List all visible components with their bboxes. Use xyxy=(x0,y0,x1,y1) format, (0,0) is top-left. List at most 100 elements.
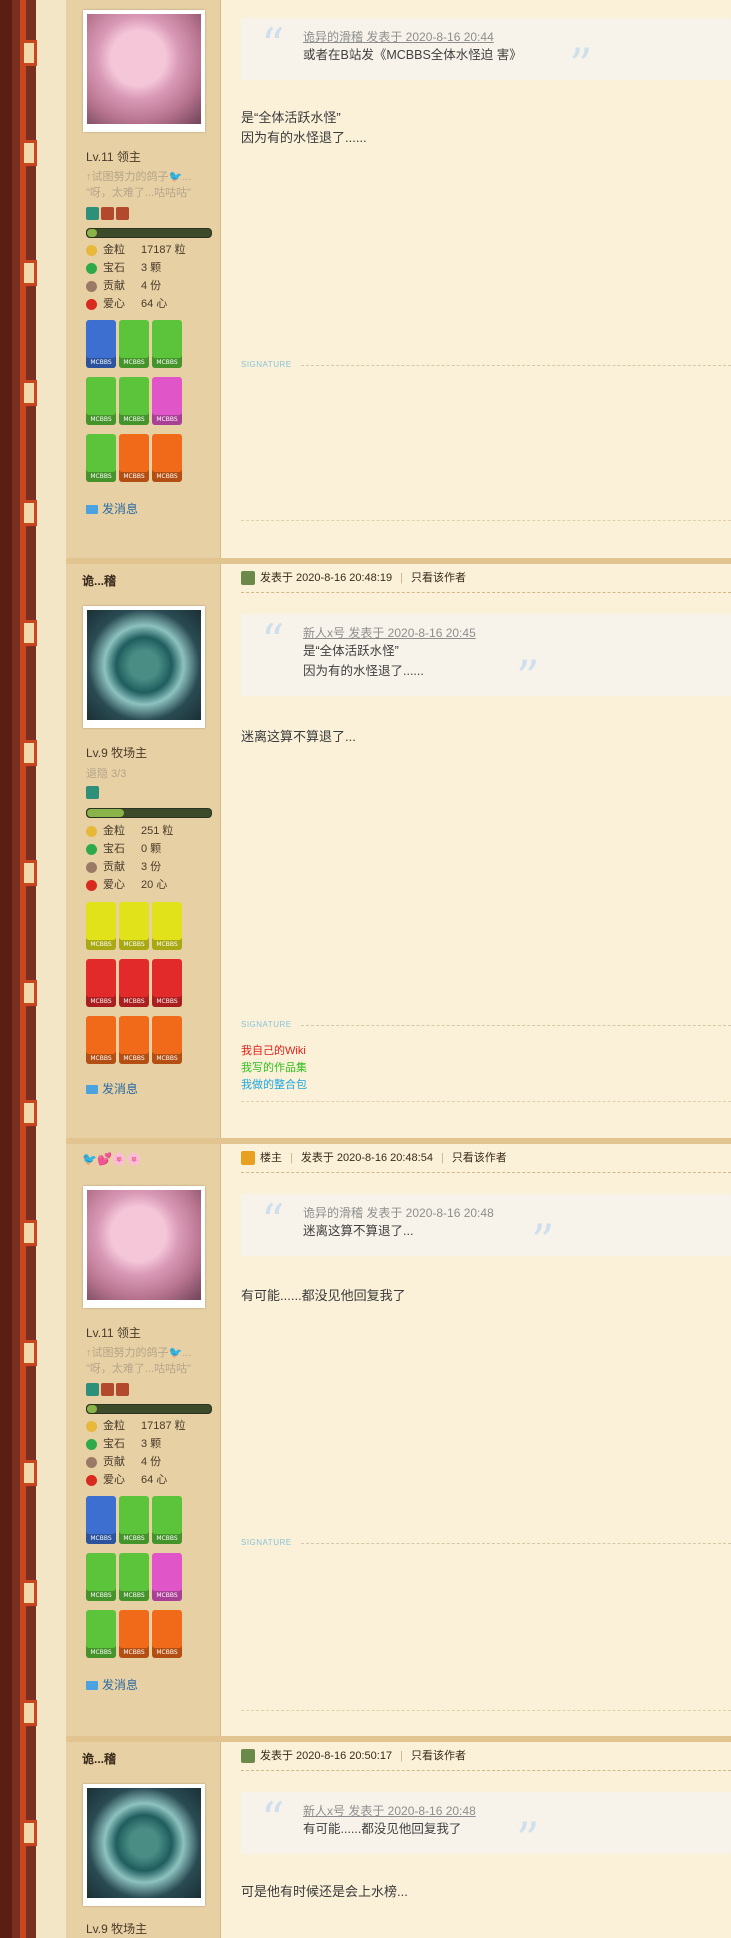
emerald-icon xyxy=(86,262,97,274)
minecart-icon xyxy=(86,207,99,220)
user-level: Lv.11 领主 xyxy=(86,1326,141,1340)
medal-badge[interactable] xyxy=(119,959,149,1007)
close-quote-icon: ” xyxy=(516,650,540,704)
avatar[interactable] xyxy=(83,10,205,132)
medal-badge[interactable] xyxy=(119,1016,149,1064)
user-tagline: ↑试图努力的鸽子🐦... xyxy=(86,1347,192,1359)
medal-badge[interactable] xyxy=(152,377,182,425)
rail-ornament xyxy=(24,500,37,526)
medal-badge[interactable] xyxy=(152,320,182,368)
signature-link-wiki[interactable]: 我自己的Wiki xyxy=(241,1043,306,1060)
op-badge-icon xyxy=(241,1151,255,1166)
user-stats: 金粒 17187 粒 宝石 3 颗 贡献 4 份 爱心 64 心 xyxy=(86,1417,216,1489)
medal-grid xyxy=(86,320,196,491)
medal-badge[interactable] xyxy=(119,902,149,950)
decorative-rail xyxy=(0,0,36,1938)
open-quote-icon: “ xyxy=(261,614,285,668)
emerald-icon xyxy=(86,843,97,855)
quote-text: 或者在B站发《MCBBS全体水怪迫 害》 xyxy=(303,48,522,62)
post-timestamp: 发表于 2020-8-16 20:48:54 xyxy=(300,1152,433,1164)
experience-bar xyxy=(86,1404,212,1414)
user-level: Lv.9 牧场主 xyxy=(86,746,148,760)
post-body: 迷离这算不算退了... xyxy=(241,729,356,744)
medal-badge[interactable] xyxy=(152,1553,182,1601)
medal-badge[interactable] xyxy=(86,1610,116,1658)
medal-badge[interactable] xyxy=(119,1610,149,1658)
only-author-link[interactable]: 只看该作者 xyxy=(411,572,466,584)
rail-ornament xyxy=(24,1580,37,1606)
apple-heart-icon xyxy=(86,879,97,891)
medal-grid xyxy=(86,902,196,1073)
author-sidebar: 诡...稽 Lv.9 牧场主 退隐 3/3 金粒 251 粒 宝石 0 颗 贡献 3 … xyxy=(66,564,221,1138)
author-sidebar: Lv.11 领主 ↑试图努力的鸽子🐦... "呀，太难了...咕咕咕" 金粒 17… xyxy=(66,0,221,558)
medal-badge[interactable] xyxy=(86,959,116,1007)
medal-badge[interactable] xyxy=(86,434,116,482)
post-timestamp: 发表于 2020-8-16 20:48:19 xyxy=(260,572,393,584)
rail-ornament xyxy=(24,740,37,766)
rail-ornament xyxy=(24,140,37,166)
medal-badge[interactable] xyxy=(119,320,149,368)
close-quote-icon: ” xyxy=(531,1214,555,1268)
medal-badge[interactable] xyxy=(119,434,149,482)
quote-author-link[interactable]: 诡异的滑稽 发表于 2020-8-16 20:44 xyxy=(303,28,721,45)
medal-badge[interactable] xyxy=(152,1496,182,1544)
medal-row xyxy=(86,207,131,223)
rail-ornament xyxy=(24,620,37,646)
minecart-icon xyxy=(101,1383,114,1396)
send-message-link[interactable]: 发消息 xyxy=(86,1080,138,1097)
medal-badge[interactable] xyxy=(119,377,149,425)
only-author-link[interactable]: 只看该作者 xyxy=(452,1152,507,1164)
contribution-icon xyxy=(86,1456,97,1468)
medal-badge[interactable] xyxy=(152,959,182,1007)
medal-badge[interactable] xyxy=(152,434,182,482)
rail-ornament xyxy=(24,40,37,66)
gold-nugget-icon xyxy=(86,1420,97,1432)
medal-badge[interactable] xyxy=(152,902,182,950)
forum-post: Lv.11 领主 ↑试图努力的鸽子🐦... "呀，太难了...咕咕咕" 金粒 17… xyxy=(66,0,731,558)
avatar[interactable] xyxy=(83,606,205,728)
medal-badge[interactable] xyxy=(152,1610,182,1658)
medal-badge[interactable] xyxy=(86,1496,116,1544)
apple-heart-icon xyxy=(86,298,97,310)
medal-badge[interactable] xyxy=(86,320,116,368)
rail-ornament xyxy=(24,1820,37,1846)
post-content: 发表于 2020-8-16 20:48:19 | 只看该作者 “ 新人x号 发表于 … xyxy=(221,564,731,1138)
quote-author-link[interactable]: 新人x号 发表于 2020-8-16 20:45 xyxy=(303,624,721,641)
medal-badge[interactable] xyxy=(86,902,116,950)
rail-ornament xyxy=(24,260,37,286)
user-tagline: 退隐 3/3 xyxy=(86,768,127,780)
medal-badge[interactable] xyxy=(152,1016,182,1064)
avatar[interactable] xyxy=(83,1186,205,1308)
author-name[interactable]: 诡...稽 xyxy=(82,572,116,589)
open-quote-icon: “ xyxy=(261,1792,285,1846)
quote-author-link[interactable]: 诡异的滑稽 发表于 2020-8-16 20:48 xyxy=(303,1204,721,1221)
open-quote-icon: “ xyxy=(261,18,285,72)
experience-bar xyxy=(86,808,212,818)
author-name[interactable]: 诡...稽 xyxy=(82,1750,116,1767)
signature-link-modpack[interactable]: 我做的整合包 xyxy=(241,1077,307,1094)
contribution-icon xyxy=(86,280,97,292)
send-message-link[interactable]: 发消息 xyxy=(86,1676,138,1693)
post-header: 发表于 2020-8-16 20:48:19 | 只看该作者 xyxy=(241,564,731,593)
only-author-link[interactable]: 只看该作者 xyxy=(411,1750,466,1762)
post-header: 楼主 | 发表于 2020-8-16 20:48:54 | 只看该作者 xyxy=(241,1144,731,1173)
rail-ornament xyxy=(24,1340,37,1366)
user-tagline: "呀，太难了...咕咕咕" xyxy=(86,1363,191,1375)
quote-block: “ 诡异的滑稽 发表于 2020-8-16 20:44 或者在B站发《MCBBS… xyxy=(241,18,731,88)
medal-badge[interactable] xyxy=(86,377,116,425)
rail-edge xyxy=(36,0,67,1938)
post-content: 发表于 2020-8-16 20:50:17 | 只看该作者 “ 新人x号 发表于 … xyxy=(221,1742,731,1938)
medal-badge[interactable] xyxy=(119,1496,149,1544)
author-name[interactable]: 🐦💕🌸🌸 xyxy=(82,1152,142,1166)
signature-label: SIGNATURE xyxy=(241,1538,731,1547)
rail-ornament xyxy=(24,1100,37,1126)
medal-badge[interactable] xyxy=(86,1016,116,1064)
post-body: 有可能......都没见他回复我了 xyxy=(241,1288,406,1303)
quote-author-link[interactable]: 新人x号 发表于 2020-8-16 20:48 xyxy=(303,1802,721,1819)
send-message-link[interactable]: 发消息 xyxy=(86,500,138,517)
signature-link-works[interactable]: 我写的作品集 xyxy=(241,1060,307,1077)
envelope-icon xyxy=(86,1085,98,1095)
avatar[interactable] xyxy=(83,1784,205,1906)
medal-badge[interactable] xyxy=(119,1553,149,1601)
medal-badge[interactable] xyxy=(86,1553,116,1601)
